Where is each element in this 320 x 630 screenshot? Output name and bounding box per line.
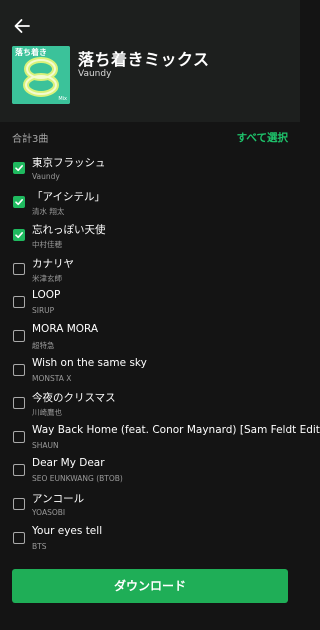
song-title: Wish on the same sky [32, 356, 147, 369]
song-title: Your eyes tell [32, 524, 103, 537]
song-row[interactable]: 今夜のクリスマス 川崎鷹也 [0, 387, 300, 421]
checkbox-unchecked[interactable] [13, 430, 25, 443]
checkbox-checked[interactable] [13, 162, 25, 174]
song-artist: 中村佳穂 [32, 240, 62, 250]
song-row[interactable]: Dear My Dear SEO EUNKWANG (BTOB) [0, 454, 300, 488]
song-title: アンコール [32, 492, 85, 505]
checkbox-unchecked[interactable] [13, 397, 25, 410]
song-title: カナリヤ [32, 257, 74, 270]
song-title: 今夜のクリスマス [32, 392, 116, 405]
arrow-left-icon [14, 19, 30, 33]
song-artist: SEO EUNKWANG (BTOB) [32, 474, 123, 484]
playlist-artist: Vaundy [78, 69, 112, 79]
checkbox-unchecked[interactable] [13, 262, 25, 275]
song-artist: BTS [32, 541, 47, 551]
checkmark-icon [15, 232, 23, 239]
song-row[interactable]: 「アイシテル」 清水 翔太 [0, 186, 300, 220]
song-row[interactable]: Your eyes tell BTS [0, 522, 300, 556]
list-header: 合計3曲 すべて選択 [0, 122, 300, 152]
song-row[interactable]: MORA MORA 超特急 [0, 320, 300, 354]
checkbox-checked[interactable] [13, 229, 25, 242]
checkbox-unchecked[interactable] [13, 531, 25, 544]
song-count: 合計3曲 [12, 134, 49, 145]
song-row[interactable]: LOOP SIRUP [0, 286, 300, 320]
song-row[interactable]: アンコール YOASOBI [0, 488, 300, 522]
checkmark-icon [15, 198, 23, 205]
select-all-button[interactable]: すべて選択 [237, 130, 288, 145]
song-artist: MONSTA X [32, 373, 72, 383]
checkbox-unchecked[interactable] [13, 296, 25, 309]
cover-title: 落ち着き [15, 48, 47, 57]
song-artist: 清水 翔太 [32, 206, 65, 216]
song-title: 忘れっぽい天使 [32, 224, 106, 237]
song-row[interactable]: カナリヤ 米津玄師 [0, 253, 300, 287]
song-row[interactable]: 東京フラッシュ Vaundy [0, 152, 300, 186]
playlist-title: 落ち着きミックス [78, 50, 210, 69]
checkbox-unchecked[interactable] [13, 497, 25, 510]
song-title: 東京フラッシュ [32, 157, 106, 169]
playlist-cover: 落ち着き Mix [12, 46, 70, 104]
song-artist: SIRUP [32, 306, 55, 316]
song-row[interactable]: 忘れっぽい天使 中村佳穂 [0, 219, 300, 253]
playlist-header: 落ち着き Mix 落ち着きミックス Vaundy [0, 0, 300, 122]
checkbox-checked[interactable] [13, 195, 25, 208]
song-row[interactable]: Way Back Home (feat. Conor Maynard) [Sam… [0, 421, 320, 455]
checkmark-icon [15, 165, 23, 172]
song-artist: SHAUN [32, 440, 59, 450]
song-title: LOOP [32, 289, 61, 302]
song-artist: Vaundy [32, 172, 60, 181]
checkbox-unchecked[interactable] [13, 363, 25, 376]
back-button[interactable] [12, 16, 32, 36]
song-artist: 米津玄師 [32, 273, 62, 283]
checkbox-unchecked[interactable] [13, 329, 25, 342]
song-title: MORA MORA [32, 322, 99, 335]
song-title: Way Back Home (feat. Conor Maynard) [Sam… [32, 423, 320, 436]
song-row[interactable]: Wish on the same sky MONSTA X [0, 354, 300, 388]
song-title: 「アイシテル」 [32, 190, 105, 203]
song-artist: YOASOBI [32, 507, 66, 517]
song-artist: 川崎鷹也 [32, 408, 62, 418]
cover-caption: Mix [58, 96, 67, 102]
download-button[interactable]: ダウンロード [12, 569, 288, 603]
song-title: Dear My Dear [32, 457, 105, 470]
checkbox-unchecked[interactable] [13, 464, 25, 477]
song-artist: 超特急 [32, 340, 55, 350]
song-list: 東京フラッシュ Vaundy 「アイシテル」 清水 翔太 忘れっぽい天使 中村佳穂 カナリヤ… [0, 152, 320, 556]
